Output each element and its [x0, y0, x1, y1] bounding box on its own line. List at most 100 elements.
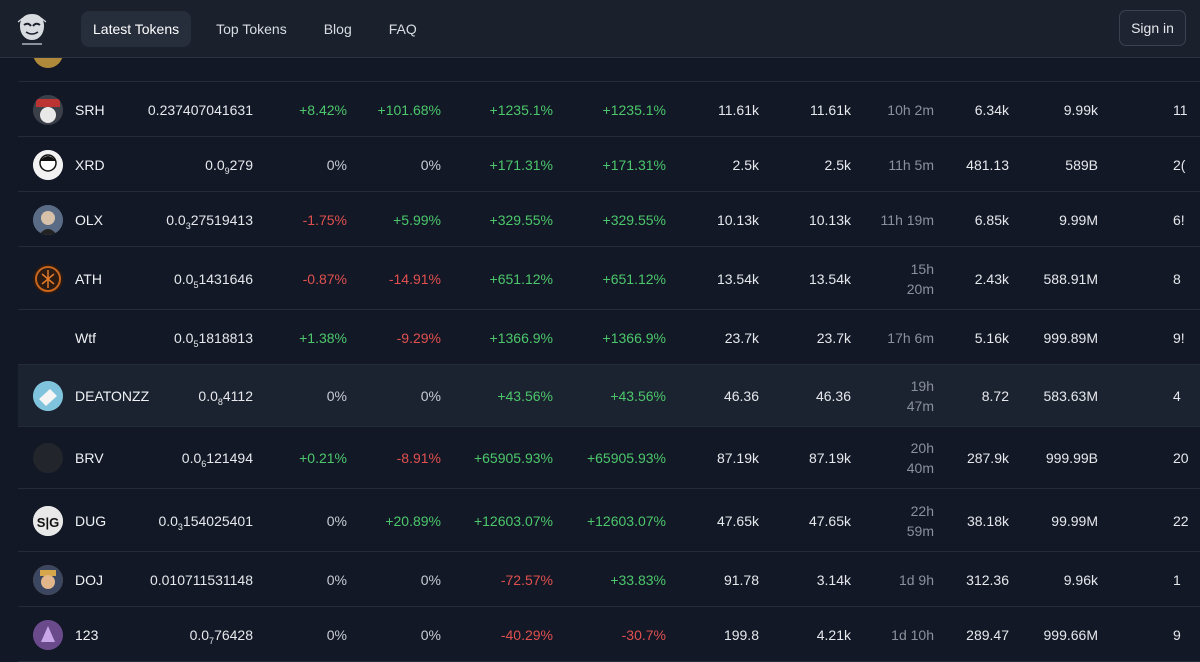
cell-v2: 87.19k: [808, 450, 851, 466]
cell-supply: 9.99k: [1063, 102, 1098, 118]
age-line-2: 20m: [906, 281, 934, 297]
table-row[interactable]: OLX 0.0327519413 -1.75% +5.99% +329.55% +329.…: [18, 192, 1200, 247]
cell-clipped: 20: [1173, 450, 1189, 466]
cell-v2: 46.36: [815, 388, 851, 404]
cell-supply: 999.99B: [1045, 450, 1098, 466]
nav-top-tokens[interactable]: Top Tokens: [204, 11, 299, 47]
cell-clipped: 4: [1173, 388, 1181, 404]
age-line-1: 22h: [910, 503, 934, 519]
cell-c3: -72.57%: [500, 572, 553, 588]
cell-c3: +1366.9%: [489, 330, 553, 346]
cell-supply: 9.96k: [1063, 572, 1098, 588]
age-line-1: 15h: [910, 261, 934, 277]
token-age: 19h 47m: [854, 376, 934, 416]
table-row[interactable]: ATH 0.051431646 -0.87% -14.91% +651.12% +651.…: [18, 247, 1200, 310]
cell-v2: 4.21k: [816, 627, 851, 643]
token-age: 1d 9h: [898, 572, 934, 588]
price-prefix: 0.0: [158, 513, 178, 529]
price-prefix: 0.0: [205, 157, 225, 173]
cell-c2: 0%: [420, 627, 441, 643]
nav-latest-tokens[interactable]: Latest Tokens: [81, 11, 192, 47]
cell-clipped: 9!: [1173, 330, 1185, 346]
token-price: 0.051431646: [18, 271, 253, 290]
token-price: 0.237407041631: [18, 102, 253, 121]
token-price: 0.084112: [18, 388, 253, 407]
token-price: 0.06121494: [18, 450, 253, 469]
nav-blog[interactable]: Blog: [312, 11, 364, 47]
age-line-2: 40m: [906, 460, 934, 476]
cell-clipped: 8: [1173, 271, 1181, 287]
token-age: 1d 10h: [891, 627, 934, 643]
age-line-2: 47m: [906, 398, 934, 414]
tokens-table: SRH 0.237407041631 +8.42% +101.68% +1235.1% +…: [18, 28, 1200, 662]
table-row[interactable]: 123 0.0776428 0% 0% -40.29% -30.7% 199.8 4.21k 2…: [18, 607, 1200, 662]
cell-supply: 999.89M: [1043, 330, 1098, 346]
price-prefix: 0.0: [174, 271, 194, 287]
token-price: 0.03154025401: [18, 513, 253, 532]
cell-c2: -9.29%: [396, 330, 441, 346]
age-line-2: 59m: [906, 523, 934, 539]
cell-v2: 2.5k: [824, 157, 851, 173]
main-nav: Latest Tokens Top Tokens Blog FAQ: [81, 11, 442, 47]
token-price: 0.0327519413: [18, 212, 253, 231]
cell-c2: +5.99%: [393, 212, 441, 228]
cell-clipped: 22: [1173, 513, 1189, 529]
token-age: 17h 6m: [887, 330, 934, 346]
cell-clipped: 1: [1173, 572, 1181, 588]
cell-supply: 9.99M: [1059, 212, 1098, 228]
cell-c3: -40.29%: [500, 627, 553, 643]
cell-c3: +43.56%: [497, 388, 553, 404]
price-prefix: 0.0: [189, 627, 210, 643]
cell-v2: 10.13k: [808, 212, 851, 228]
cell-c2: -14.91%: [388, 271, 441, 287]
token-price: 0.010711531148: [18, 572, 253, 591]
token-age: 11h 5m: [888, 157, 934, 173]
token-age: 22h 59m: [854, 501, 934, 541]
cell-v2: 47.65k: [808, 513, 851, 529]
token-age: 10h 2m: [887, 102, 934, 118]
table-row[interactable]: BRV 0.06121494 +0.21% -8.91% +65905.93% +6590…: [18, 427, 1200, 489]
cell-c2: 0%: [420, 572, 441, 588]
cell-c2: 0%: [420, 157, 441, 173]
age-line-1: 20h: [910, 440, 934, 456]
nav-faq[interactable]: FAQ: [377, 11, 429, 47]
price-prefix: 0.0: [166, 212, 186, 228]
cell-supply: 583.63M: [1043, 388, 1098, 404]
price-prefix: 0.0: [198, 388, 218, 404]
table-row[interactable]: XRD 0.09279 0% 0% +171.31% +171.31% 2.5k 2.5k 48…: [18, 137, 1200, 192]
table-row[interactable]: Wtf 0.051818813 +1.38% -9.29% +1366.9% +1366.…: [18, 310, 1200, 365]
cell-c3: +12603.07%: [473, 513, 553, 529]
cell-c2: +20.89%: [385, 513, 441, 529]
token-price: 0.09279: [18, 157, 253, 176]
sign-in-button[interactable]: Sign in: [1119, 10, 1186, 46]
token-age: 15h 20m: [854, 259, 934, 299]
top-header: Latest Tokens Top Tokens Blog FAQ Sign i…: [0, 0, 1200, 58]
site-logo[interactable]: [14, 10, 50, 48]
table-row[interactable]: DEATONZZ 0.084112 0% 0% +43.56% +43.56% 46.36 4…: [18, 365, 1200, 427]
token-age: 20h 40m: [854, 438, 934, 478]
cell-c3: +171.31%: [489, 157, 553, 173]
table-row[interactable]: S|G DUG 0.03154025401 0% +20.89% +12603.07% +1…: [18, 489, 1200, 552]
cell-clipped: 2(: [1173, 157, 1186, 173]
cell-supply: 99.99M: [1051, 513, 1098, 529]
cell-v2: 11.61k: [810, 102, 851, 118]
token-age: 11h 19m: [880, 212, 934, 228]
cell-clipped: 11: [1173, 102, 1188, 118]
cell-c2: -8.91%: [396, 450, 441, 466]
cell-supply: 588.91M: [1043, 271, 1098, 287]
table-row[interactable]: DOJ 0.010711531148 0% 0% -72.57% +33.83% 91.78…: [18, 552, 1200, 607]
cell-clipped: 6!: [1173, 212, 1185, 228]
cell-c3: +651.12%: [489, 271, 553, 287]
cell-supply: 589B: [1065, 157, 1098, 173]
token-price: 0.051818813: [18, 330, 253, 349]
cell-c2: 0%: [420, 388, 441, 404]
cell-supply: 999.66M: [1043, 627, 1098, 643]
token-price: 0.0776428: [18, 627, 253, 646]
cell-c3: +1235.1%: [489, 102, 553, 118]
table-row[interactable]: SRH 0.237407041631 +8.42% +101.68% +1235.1% +…: [18, 82, 1200, 137]
cell-c2: +101.68%: [377, 102, 441, 118]
price-prefix: 0.0: [181, 450, 202, 466]
cell-c3: +65905.93%: [473, 450, 553, 466]
cell-c3: +329.55%: [489, 212, 553, 228]
cell-v2: 13.54k: [808, 271, 851, 287]
